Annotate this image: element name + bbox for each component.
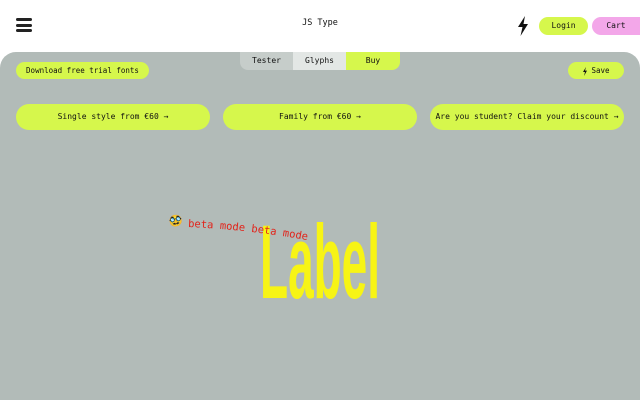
student-discount-button[interactable]: Are you student? Claim your discount → <box>430 104 624 130</box>
family-offer-button[interactable]: Family from €60 → <box>223 104 417 130</box>
beta-mode-text: beta mode beta mode <box>188 218 309 243</box>
view-tabs: Tester Glyphs Buy <box>240 52 400 70</box>
save-button[interactable]: Save <box>568 62 624 79</box>
bolt-icon <box>583 66 588 76</box>
download-trial-fonts-button[interactable]: Download free trial fonts <box>16 62 149 79</box>
single-style-offer-button[interactable]: Single style from €60 → <box>16 104 210 130</box>
disguise-face-emoji: 🥸 <box>168 214 184 229</box>
beta-mode-badge: 🥸 beta mode beta mode <box>168 212 338 252</box>
tab-tester[interactable]: Tester <box>240 52 293 70</box>
save-label: Save <box>591 66 610 75</box>
menu-line <box>16 29 32 32</box>
beta-mode-path-text: beta mode beta mode <box>188 218 309 243</box>
lightning-bolt-icon[interactable] <box>516 16 530 36</box>
tab-glyphs[interactable]: Glyphs <box>293 52 346 70</box>
login-button[interactable]: Login <box>539 17 588 35</box>
top-navigation-bar: JS Type Login Cart <box>0 0 640 52</box>
cart-button[interactable]: Cart <box>592 17 640 35</box>
tab-buy[interactable]: Buy <box>346 52 400 70</box>
